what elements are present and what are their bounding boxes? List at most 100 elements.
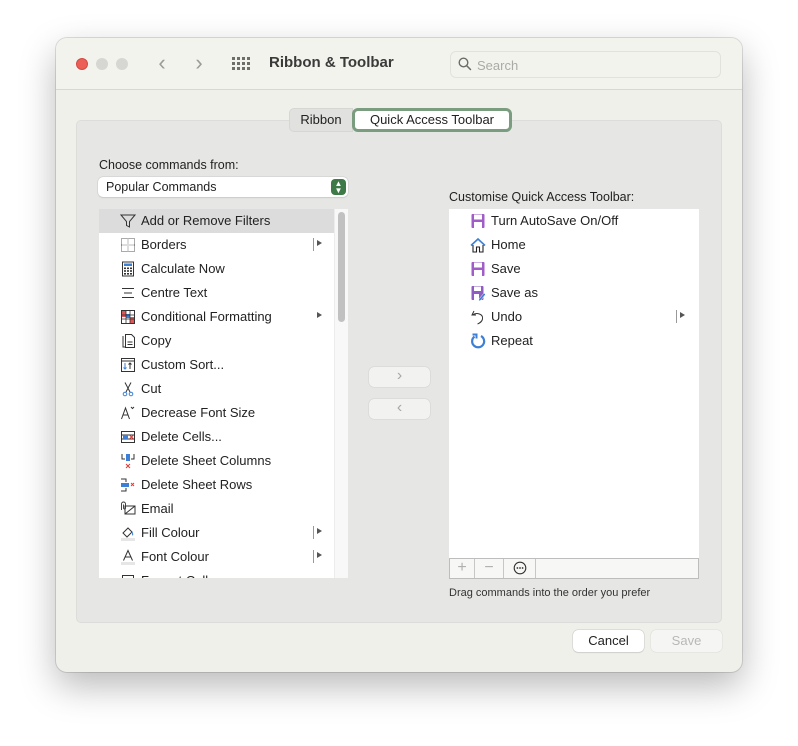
forward-button[interactable]: › — [189, 52, 209, 76]
item-label: Add or Remove Filters — [141, 213, 271, 228]
cancel-button[interactable]: Cancel — [573, 630, 644, 652]
search-placeholder: Search — [477, 58, 519, 73]
item-label: Custom Sort... — [141, 357, 225, 372]
ellipsis-circle-icon — [513, 561, 526, 575]
borders-icon — [121, 238, 135, 252]
save-button[interactable]: Save — [651, 630, 722, 652]
toolbar-command-item[interactable]: Save as — [449, 281, 699, 305]
available-command-item[interactable]: Font Colour — [99, 545, 334, 569]
toolbar-command-item[interactable]: Home — [449, 233, 699, 257]
scissors-icon — [122, 382, 134, 397]
format-cells-icon — [122, 575, 134, 578]
item-label: Undo — [491, 309, 523, 324]
email-icon — [121, 501, 136, 515]
available-commands-list[interactable]: Add or Remove Filters Borders Calculate No… — [99, 209, 348, 578]
item-label: Save as — [491, 285, 538, 300]
zoom-window-button[interactable] — [116, 58, 128, 70]
remove-from-toolbar-button[interactable]: ‹ — [369, 399, 430, 419]
chevron-right-icon: › — [195, 50, 203, 75]
available-command-item[interactable]: Calculate Now — [99, 257, 334, 281]
close-window-button[interactable] — [76, 58, 88, 70]
save-as-icon — [471, 286, 486, 301]
minus-icon: − — [484, 559, 494, 576]
delete-columns-icon — [121, 454, 135, 469]
item-label: Turn AutoSave On/Off — [491, 213, 619, 228]
toolbar-command-item[interactable]: Turn AutoSave On/Off — [449, 209, 699, 233]
item-label: Font Colour — [141, 549, 209, 564]
toolbar-command-item[interactable]: Undo — [449, 305, 699, 329]
remove-command-button[interactable]: − — [475, 559, 504, 578]
customise-toolbar-label: Customise Quick Access Toolbar: — [449, 190, 635, 204]
available-command-item[interactable]: Copy — [99, 329, 334, 353]
item-label: Copy — [141, 333, 172, 348]
conditional-formatting-icon — [121, 310, 135, 324]
dropdown-value: Popular Commands — [106, 180, 217, 194]
item-label: Fill Colour — [141, 525, 200, 540]
available-command-item[interactable]: Fill Colour — [99, 521, 334, 545]
item-label: Cut — [141, 381, 162, 396]
commands-source-dropdown[interactable]: Popular Commands ▲ ▼ — [98, 177, 348, 197]
item-label: Format Cells — [141, 573, 215, 578]
calculator-icon — [122, 261, 134, 277]
up-down-chevron-icon: ▲ ▼ — [331, 179, 346, 195]
available-command-item[interactable]: Custom Sort... — [99, 353, 334, 377]
back-button[interactable]: ‹ — [152, 52, 172, 76]
item-label: Delete Sheet Rows — [141, 477, 253, 492]
available-command-item[interactable]: Cut — [99, 377, 334, 401]
more-options-button[interactable] — [504, 559, 536, 578]
drag-hint: Drag commands into the order you prefer — [449, 587, 651, 599]
chevron-left-icon: ‹ — [396, 399, 403, 416]
available-command-item[interactable]: Conditional Formatting — [99, 305, 334, 329]
available-command-item[interactable]: Borders — [99, 233, 334, 257]
item-label: Centre Text — [141, 285, 208, 300]
undo-icon — [471, 310, 484, 325]
decrease-font-icon — [121, 406, 135, 420]
choose-commands-label: Choose commands from: — [99, 158, 239, 172]
sort-icon — [121, 358, 135, 372]
chevron-right-icon: › — [396, 367, 403, 384]
submenu-arrow-icon[interactable] — [317, 552, 322, 558]
filter-icon — [120, 214, 136, 228]
available-command-item[interactable]: Add or Remove Filters — [99, 209, 334, 233]
available-command-item[interactable]: Centre Text — [99, 281, 334, 305]
item-label: Repeat — [491, 333, 533, 348]
window-title: Ribbon & Toolbar — [269, 54, 394, 71]
available-command-item[interactable]: Delete Sheet Rows — [99, 473, 334, 497]
available-command-item[interactable]: Decrease Font Size — [99, 401, 334, 425]
plus-icon: + — [457, 559, 467, 576]
available-command-item[interactable]: Format Cells — [99, 569, 334, 578]
split-divider — [313, 550, 314, 563]
toolbar-command-item[interactable]: Save — [449, 257, 699, 281]
search-field[interactable]: Search — [450, 51, 721, 78]
available-command-item[interactable]: Delete Sheet Columns — [99, 449, 334, 473]
item-label: Decrease Font Size — [141, 405, 256, 420]
submenu-arrow-icon[interactable] — [317, 312, 322, 318]
copy-icon — [122, 334, 135, 348]
item-label: Home — [491, 237, 526, 252]
toolbar-commands-list[interactable]: Turn AutoSave On/Off Home Save Save as Undo R… — [449, 209, 699, 558]
submenu-arrow-icon[interactable] — [317, 240, 322, 246]
item-label: Delete Cells... — [141, 429, 222, 444]
repeat-icon — [471, 333, 486, 349]
item-label: Save — [491, 261, 521, 276]
available-command-item[interactable]: Delete Cells... — [99, 425, 334, 449]
tab-quick-access-toolbar[interactable]: Quick Access Toolbar — [352, 108, 512, 132]
minimize-window-button[interactable] — [96, 58, 108, 70]
toolbar-command-item[interactable]: Repeat — [449, 329, 699, 353]
add-to-toolbar-button[interactable]: › — [369, 367, 430, 387]
item-label: Email — [141, 501, 174, 516]
submenu-arrow-icon[interactable] — [317, 528, 322, 534]
delete-cells-icon — [121, 431, 135, 443]
align-center-icon — [122, 288, 134, 298]
list-actions-bar: + − — [449, 558, 699, 579]
autosave-icon — [471, 214, 485, 228]
tab-ribbon[interactable]: Ribbon — [289, 108, 353, 132]
submenu-arrow-icon[interactable] — [680, 312, 685, 318]
home-icon — [470, 237, 486, 253]
available-command-item[interactable]: Email — [99, 497, 334, 521]
item-label: Conditional Formatting — [141, 309, 272, 324]
scrollbar-thumb[interactable] — [338, 212, 345, 322]
save-icon — [471, 262, 485, 276]
add-command-button[interactable]: + — [450, 559, 475, 578]
show-all-grid-icon[interactable] — [232, 57, 250, 71]
